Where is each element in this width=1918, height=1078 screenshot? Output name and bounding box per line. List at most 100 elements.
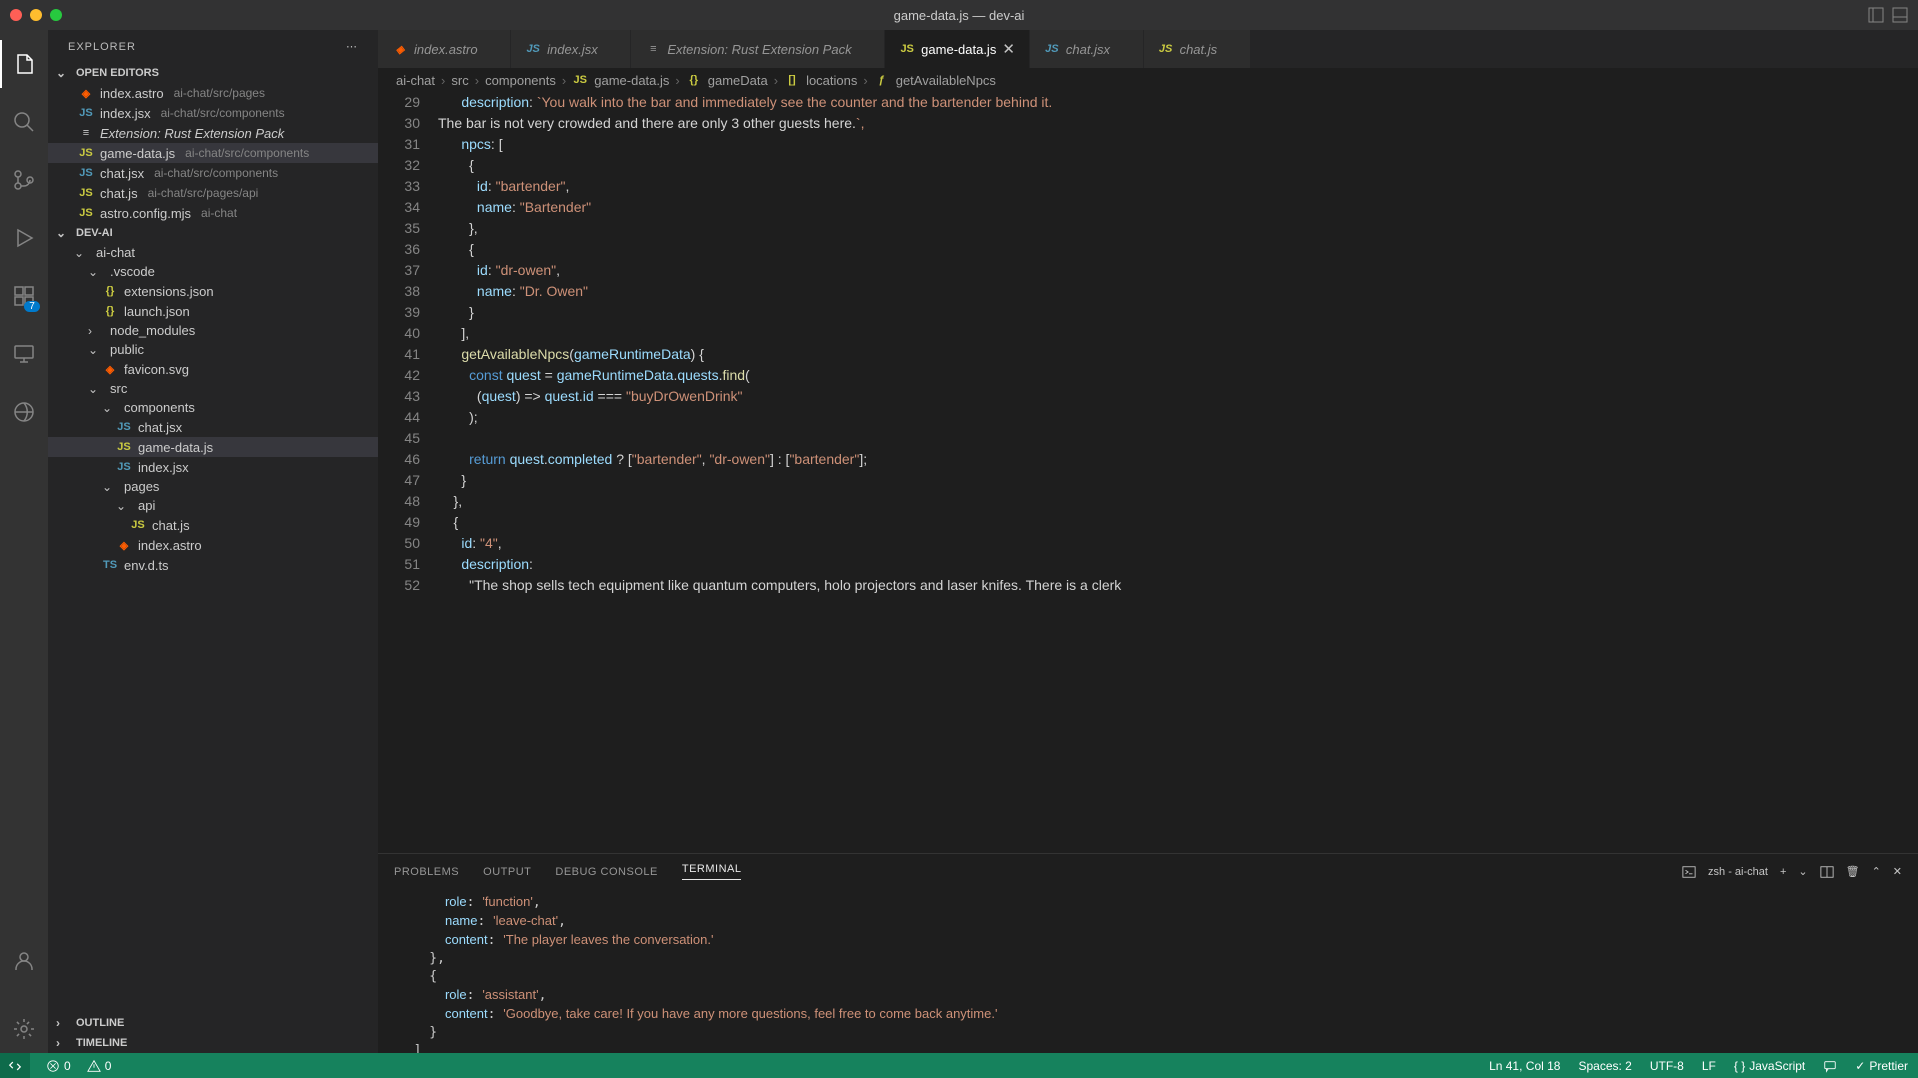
edge-icon[interactable] [0, 388, 48, 436]
extensions-icon[interactable]: 7 [0, 272, 48, 320]
open-editors-section[interactable]: ⌄ OPEN EDITORS [48, 63, 378, 83]
close-panel-icon[interactable]: ✕ [1893, 865, 1902, 878]
terminal-shell-label[interactable]: zsh - ai-chat [1708, 866, 1768, 878]
file-item[interactable]: JSgame-data.js [48, 437, 378, 457]
open-editor-item[interactable]: JSchat.jsxai-chat/src/components [48, 163, 378, 183]
file-item[interactable]: ◈index.astro [48, 535, 378, 555]
feedback-icon[interactable] [1823, 1059, 1837, 1073]
open-editors-list: ◈index.astroai-chat/src/pagesJSindex.jsx… [48, 83, 378, 223]
folder-item[interactable]: ›node_modules [48, 321, 378, 340]
file-item[interactable]: {}launch.json [48, 301, 378, 321]
breadcrumb-segment[interactable]: src [451, 73, 468, 88]
file-path: ai-chat/src/components [185, 146, 309, 160]
zoom-window-button[interactable] [50, 9, 62, 21]
folder-item[interactable]: ⌄.vscode [48, 262, 378, 281]
open-editor-item[interactable]: JSchat.jsai-chat/src/pages/api [48, 183, 378, 203]
panel-layout-icon[interactable] [1892, 7, 1908, 23]
open-editor-item[interactable]: ◈index.astroai-chat/src/pages [48, 83, 378, 103]
file-name: game-data.js [138, 440, 213, 455]
breadcrumb-segment[interactable]: game-data.js [594, 73, 669, 88]
layout-controls [1868, 7, 1908, 23]
errors-count[interactable]: 0 [46, 1059, 71, 1073]
source-control-icon[interactable] [0, 156, 48, 204]
editor-tab[interactable]: ◈index.astro✕ [378, 30, 511, 68]
minimize-window-button[interactable] [30, 9, 42, 21]
maximize-panel-icon[interactable]: ⌃ [1872, 865, 1881, 878]
editor-tab[interactable]: JSchat.jsx✕ [1030, 30, 1144, 68]
remote-explorer-icon[interactable] [0, 330, 48, 378]
breadcrumb[interactable]: ai-chat›src›components›JSgame-data.js›{}… [378, 68, 1918, 92]
breadcrumb-segment[interactable]: gameData [708, 73, 768, 88]
code-editor[interactable]: 2930313233343536373839404142434445464748… [378, 92, 1918, 853]
jsx-file-icon: JS [116, 419, 132, 435]
folder-item[interactable]: ⌄public [48, 340, 378, 359]
more-icon[interactable]: ⋯ [346, 40, 358, 53]
file-item[interactable]: JSchat.jsx [48, 417, 378, 437]
breadcrumb-icon: ƒ [874, 72, 890, 88]
chevron-down-icon: ⌄ [74, 246, 90, 260]
new-terminal-icon[interactable]: + [1780, 866, 1786, 878]
outline-section[interactable]: › OUTLINE [48, 1013, 378, 1033]
open-editor-item[interactable]: JSindex.jsxai-chat/src/components [48, 103, 378, 123]
file-item[interactable]: JSindex.jsx [48, 457, 378, 477]
settings-gear-icon[interactable] [0, 1005, 48, 1053]
json-file-icon: {} [102, 283, 118, 299]
panel-tab-terminal[interactable]: TERMINAL [682, 863, 742, 880]
file-name: Extension: Rust Extension Pack [100, 126, 284, 141]
breadcrumb-separator: › [675, 73, 679, 88]
chevron-down-icon: ⌄ [102, 480, 118, 494]
breadcrumb-separator: › [441, 73, 445, 88]
account-icon[interactable] [0, 937, 48, 985]
file-item[interactable]: ◈favicon.svg [48, 359, 378, 379]
prettier-status[interactable]: ✓ Prettier [1855, 1059, 1908, 1073]
code-content[interactable]: description: `You walk into the bar and … [438, 92, 1918, 853]
split-terminal-icon[interactable] [1820, 865, 1834, 879]
breadcrumb-segment[interactable]: components [485, 73, 556, 88]
file-item[interactable]: {}extensions.json [48, 281, 378, 301]
search-icon[interactable] [0, 98, 48, 146]
terminal-output[interactable]: role: 'function', name: 'leave-chat', co… [378, 889, 1918, 1053]
editor-tab[interactable]: JSgame-data.js✕ [885, 30, 1030, 68]
editor-tab[interactable]: JSchat.js✕ [1144, 30, 1251, 68]
editor-tab[interactable]: JSindex.jsx✕ [511, 30, 631, 68]
folder-item[interactable]: ⌄src [48, 379, 378, 398]
open-editor-item[interactable]: ✕JSgame-data.jsai-chat/src/components [48, 143, 378, 163]
panel-tab-debug-console[interactable]: DEBUG CONSOLE [555, 866, 657, 878]
file-path: ai-chat [201, 206, 237, 220]
file-item[interactable]: JSchat.js [48, 515, 378, 535]
remote-indicator[interactable] [0, 1053, 30, 1078]
indentation[interactable]: Spaces: 2 [1578, 1059, 1631, 1073]
close-window-button[interactable] [10, 9, 22, 21]
breadcrumb-segment[interactable]: locations [806, 73, 857, 88]
folder-item[interactable]: ⌄api [48, 496, 378, 515]
close-tab-icon[interactable]: ✕ [1002, 40, 1015, 58]
jsx-file-icon: JS [78, 105, 94, 121]
panel-tab-problems[interactable]: PROBLEMS [394, 866, 459, 878]
editor-tab[interactable]: ≡Extension: Rust Extension Pack✕ [631, 30, 885, 68]
folder-item[interactable]: ⌄pages [48, 477, 378, 496]
cursor-position[interactable]: Ln 41, Col 18 [1489, 1059, 1560, 1073]
encoding[interactable]: UTF-8 [1650, 1059, 1684, 1073]
explorer-icon[interactable] [0, 40, 48, 88]
kill-terminal-icon[interactable]: 🗑 [1846, 865, 1860, 878]
jsx-file-icon: JS [78, 165, 94, 181]
open-editor-item[interactable]: ≡Extension: Rust Extension Pack [48, 123, 378, 143]
folder-item[interactable]: ⌄components [48, 398, 378, 417]
open-editor-item[interactable]: JSastro.config.mjsai-chat [48, 203, 378, 223]
folder-item[interactable]: ⌄ai-chat [48, 243, 378, 262]
file-name: launch.json [124, 304, 190, 319]
folder-name: src [110, 381, 127, 396]
panel-tab-output[interactable]: OUTPUT [483, 866, 531, 878]
project-section[interactable]: ⌄ DEV-AI [48, 223, 378, 243]
breadcrumb-segment[interactable]: ai-chat [396, 73, 435, 88]
chevron-right-icon: › [56, 1016, 72, 1030]
eol[interactable]: LF [1702, 1059, 1716, 1073]
breadcrumb-segment[interactable]: getAvailableNpcs [896, 73, 996, 88]
run-debug-icon[interactable] [0, 214, 48, 262]
panel-layout-icon[interactable] [1868, 7, 1884, 23]
terminal-dropdown-icon[interactable]: ⌄ [1798, 865, 1807, 878]
file-item[interactable]: TSenv.d.ts [48, 555, 378, 575]
timeline-section[interactable]: › TIMELINE [48, 1033, 378, 1053]
language-mode[interactable]: { } JavaScript [1734, 1059, 1805, 1073]
warnings-count[interactable]: 0 [87, 1059, 112, 1073]
